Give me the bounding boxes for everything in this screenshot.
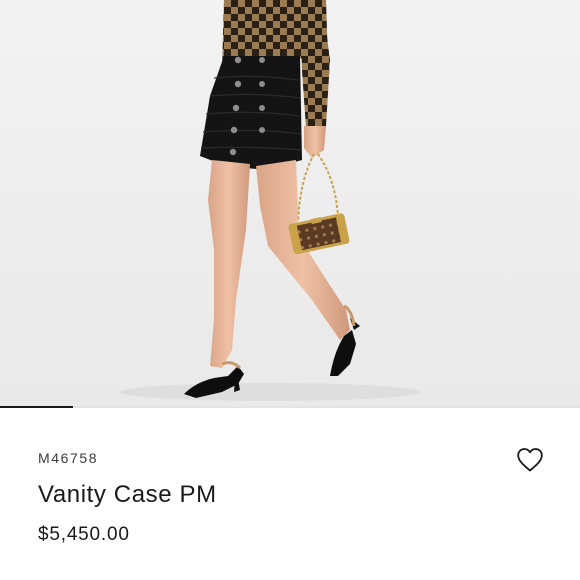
gallery-active-segment — [0, 406, 73, 408]
product-photo — [120, 0, 420, 401]
product-price: $5,450.00 — [38, 524, 130, 545]
product-title: Vanity Case PM — [38, 481, 217, 508]
heart-outline-icon — [517, 448, 543, 472]
product-sku: M46758 — [38, 450, 99, 466]
product-image[interactable] — [0, 0, 580, 407]
wishlist-button[interactable] — [514, 445, 546, 475]
gallery-progress-indicator — [0, 406, 580, 408]
